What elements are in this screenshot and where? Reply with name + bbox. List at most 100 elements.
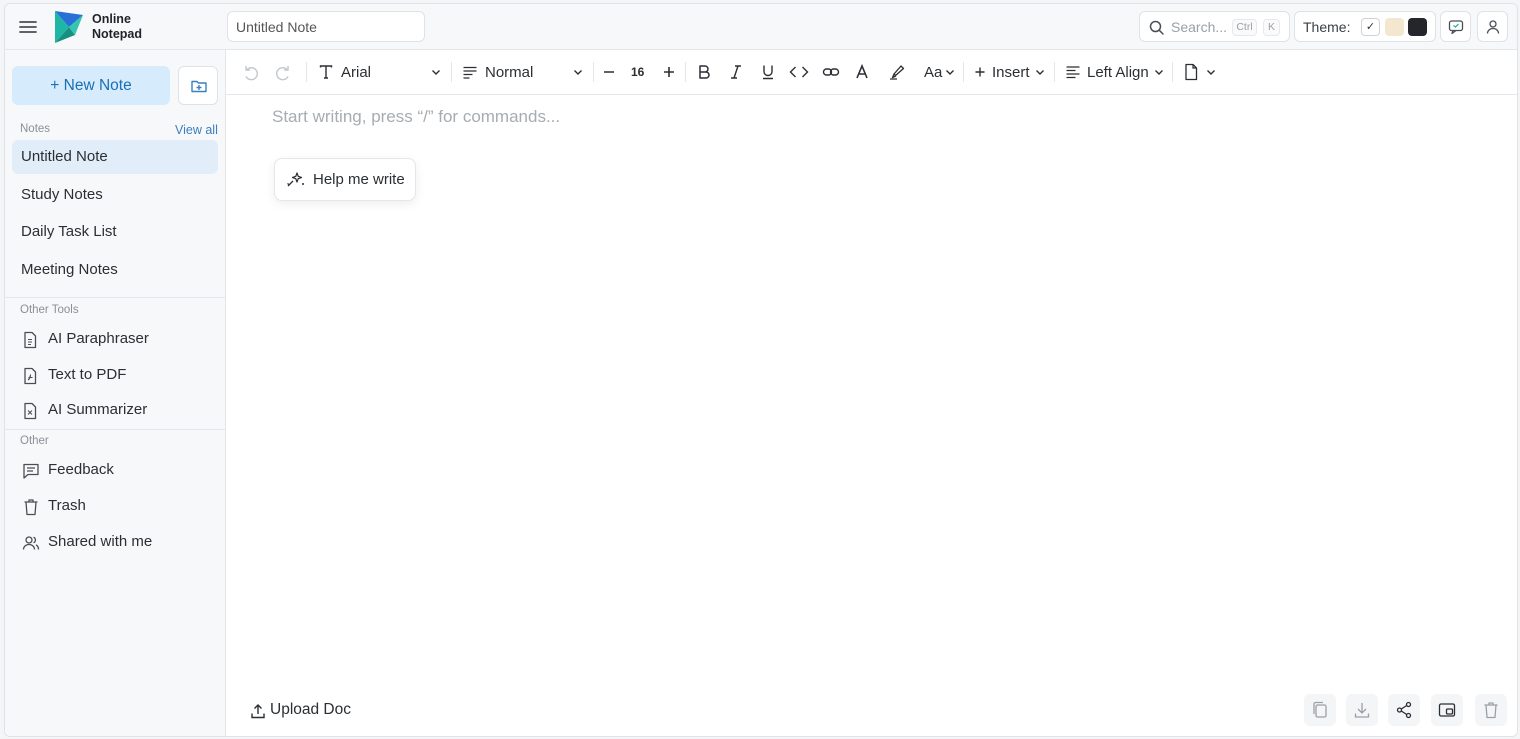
text-color-icon <box>856 63 868 79</box>
undo-button[interactable] <box>242 59 260 85</box>
copy-icon <box>1313 701 1327 718</box>
menu-icon[interactable] <box>17 16 39 38</box>
toolbar-divider <box>1172 62 1173 82</box>
bold-icon <box>699 65 710 79</box>
theme-light-swatch[interactable]: ✓ <box>1361 18 1380 36</box>
toolbar-divider <box>963 62 964 82</box>
italic-button[interactable] <box>727 59 745 85</box>
view-all-link[interactable]: View all <box>175 123 218 137</box>
export-window-icon <box>1438 703 1456 717</box>
theme-dark-swatch[interactable] <box>1408 18 1427 36</box>
brand-line-1: Online <box>92 12 131 26</box>
increase-font-size-button[interactable] <box>662 59 676 85</box>
tool-ai-summarizer[interactable]: AI Summarizer <box>20 396 218 426</box>
page-icon <box>1185 63 1198 81</box>
link-icon <box>822 68 840 76</box>
app-window: Online Notepad Search... Ctrl K Theme: ✓… <box>4 3 1518 737</box>
feedback-icon <box>23 463 39 479</box>
note-item-daily-tasks[interactable]: Daily Task List <box>12 215 218 249</box>
chevron-down-icon <box>946 70 955 75</box>
copy-button[interactable] <box>1304 694 1336 726</box>
upload-doc-label: Upload Doc <box>270 701 351 718</box>
search-icon <box>1149 20 1164 35</box>
other-section-label: Other <box>20 435 49 447</box>
sidebar-divider <box>5 297 226 298</box>
search-input[interactable]: Search... Ctrl K <box>1139 11 1290 42</box>
folder-plus-icon <box>191 80 207 93</box>
alignment-select[interactable]: Left Align <box>1065 59 1165 85</box>
editor-placeholder: Start writing, press “/” for commands... <box>272 107 561 126</box>
feedback-chat-button[interactable] <box>1440 11 1471 42</box>
formatting-toolbar: Arial Normal 16 Aa Insert Left Align <box>226 50 1517 95</box>
users-icon <box>22 536 40 550</box>
font-size-value[interactable]: 16 <box>631 59 644 85</box>
code-button[interactable] <box>789 59 809 85</box>
font-family-select[interactable]: Arial <box>318 59 442 85</box>
download-button[interactable] <box>1346 694 1378 726</box>
text-case-select[interactable]: Aa <box>924 59 956 85</box>
delete-button[interactable] <box>1475 694 1507 726</box>
insert-label: Insert <box>992 63 1030 81</box>
brand-line-2: Notepad <box>92 27 142 41</box>
shortcut-ctrl-key: Ctrl <box>1232 19 1257 36</box>
sidebar-item-trash[interactable]: Trash <box>20 492 218 522</box>
link-button[interactable] <box>822 59 840 85</box>
logo-icon <box>53 10 85 44</box>
export-button[interactable] <box>1431 694 1463 726</box>
toolbar-divider <box>306 62 307 82</box>
theme-cream-swatch[interactable] <box>1385 18 1404 36</box>
editor-area[interactable]: Start writing, press “/” for commands...… <box>226 95 1517 736</box>
new-note-button[interactable]: + New Note <box>12 66 170 105</box>
trash-icon <box>24 499 38 516</box>
pdf-file-icon <box>24 367 37 385</box>
tool-ai-paraphraser[interactable]: AI Paraphraser <box>20 325 218 355</box>
download-icon <box>1354 703 1370 718</box>
note-item-study[interactable]: Study Notes <box>12 178 218 212</box>
share-button[interactable] <box>1388 694 1420 726</box>
sidebar-divider <box>5 429 226 430</box>
highlighter-icon <box>890 65 905 80</box>
sidebar-item-label: Feedback <box>48 461 114 478</box>
tool-label: AI Summarizer <box>48 401 148 418</box>
tool-text-to-pdf[interactable]: Text to PDF <box>20 361 218 391</box>
paragraph-style-select[interactable]: Normal <box>462 59 584 85</box>
theme-switcher: Theme: ✓ <box>1294 11 1436 42</box>
sidebar-item-shared[interactable]: Shared with me <box>20 528 218 558</box>
code-icon <box>789 66 809 78</box>
highlight-button[interactable] <box>888 59 906 85</box>
help-me-write-label: Help me write <box>313 171 405 188</box>
new-folder-button[interactable] <box>178 66 218 105</box>
trash-icon <box>1484 702 1498 719</box>
chevron-down-icon <box>1035 70 1044 75</box>
decrease-font-size-button[interactable] <box>602 59 616 85</box>
minus-icon <box>604 71 614 73</box>
sidebar-item-label: Shared with me <box>48 533 153 550</box>
brand-name[interactable]: Online Notepad <box>92 12 142 42</box>
upload-icon <box>251 704 265 719</box>
text-color-button[interactable] <box>854 59 870 85</box>
insert-menu[interactable]: Insert <box>973 59 1046 85</box>
sidebar: + New Note Notes View all Untitled Note … <box>5 50 226 736</box>
align-left-icon <box>1066 66 1080 79</box>
redo-button[interactable] <box>274 59 292 85</box>
font-family-value: Arial <box>341 63 372 81</box>
user-icon <box>1486 20 1500 34</box>
plus-icon <box>664 67 674 77</box>
note-title-input[interactable] <box>227 11 425 42</box>
tool-label: AI Paraphraser <box>48 330 149 347</box>
note-item-untitled[interactable]: Untitled Note <box>12 140 218 174</box>
text-case-label: Aa <box>924 63 943 81</box>
sidebar-item-feedback[interactable]: Feedback <box>20 456 218 486</box>
underline-button[interactable] <box>759 59 777 85</box>
help-me-write-button[interactable]: Help me write <box>274 158 416 201</box>
page-options-select[interactable] <box>1183 59 1217 85</box>
bold-button[interactable] <box>695 59 713 85</box>
note-item-meeting[interactable]: Meeting Notes <box>12 253 218 287</box>
top-bar: Online Notepad Search... Ctrl K Theme: ✓ <box>5 4 1517 50</box>
document-icon <box>24 331 37 349</box>
account-button[interactable] <box>1477 11 1508 42</box>
italic-icon <box>731 65 741 79</box>
chevron-down-icon <box>1154 70 1163 75</box>
theme-label: Theme: <box>1303 19 1351 35</box>
chevron-down-icon <box>1207 70 1215 75</box>
